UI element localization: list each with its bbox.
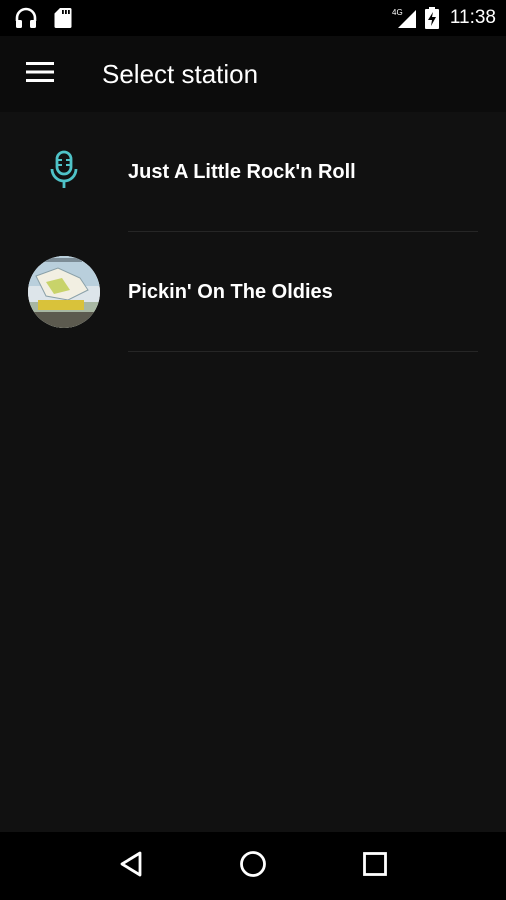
station-thumbnail xyxy=(0,232,128,352)
headphones-icon xyxy=(14,7,38,29)
battery-charging-icon xyxy=(424,6,440,30)
station-item[interactable]: Pickin' On The Oldies xyxy=(0,232,506,352)
back-icon xyxy=(118,850,144,883)
station-list: Just A Little Rock'n Roll Pickin' On The… xyxy=(0,112,506,352)
recents-button[interactable] xyxy=(343,838,407,894)
microphone-icon xyxy=(49,150,79,195)
navigation-bar xyxy=(0,832,506,900)
sd-card-icon xyxy=(54,7,72,29)
hamburger-menu-icon xyxy=(26,61,54,88)
recents-icon xyxy=(362,851,388,882)
app-bar: Select station xyxy=(0,36,506,112)
status-time: 11:38 xyxy=(449,7,496,28)
status-left-icons xyxy=(14,7,72,29)
station-thumbnail xyxy=(0,112,128,232)
station-name: Just A Little Rock'n Roll xyxy=(128,160,356,183)
status-right-icons: 4G 11:38 xyxy=(392,6,496,30)
row-divider xyxy=(128,351,478,352)
menu-button[interactable] xyxy=(0,36,80,112)
home-button[interactable] xyxy=(221,838,285,894)
status-bar: 4G 11:38 xyxy=(0,0,506,36)
back-button[interactable] xyxy=(99,838,163,894)
home-icon xyxy=(239,850,267,883)
network-label: 4G xyxy=(392,8,403,17)
signal-icon: 4G xyxy=(392,7,418,29)
station-name: Pickin' On The Oldies xyxy=(128,280,333,303)
station-item[interactable]: Just A Little Rock'n Roll xyxy=(0,112,506,232)
station-artwork xyxy=(28,256,100,328)
page-title: Select station xyxy=(102,58,259,89)
